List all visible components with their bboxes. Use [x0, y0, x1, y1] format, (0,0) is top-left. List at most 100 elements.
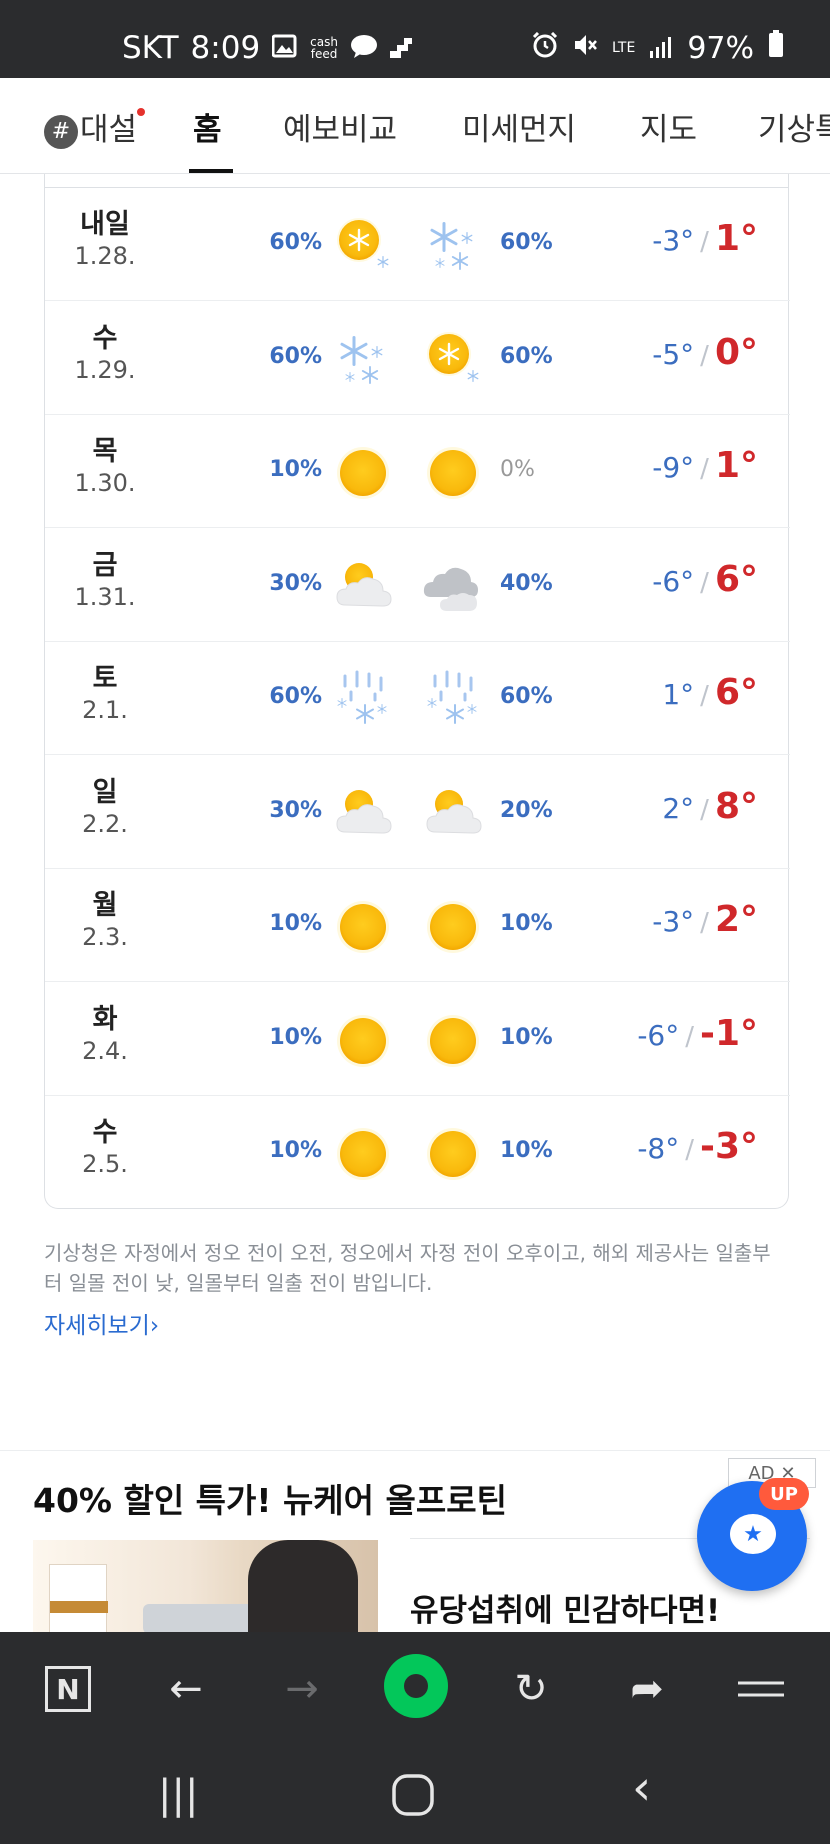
system-back-icon[interactable]: ‹	[632, 1760, 651, 1816]
naver-home-button[interactable]: N	[41, 1662, 95, 1716]
low-temp: -6°	[652, 564, 695, 598]
high-temp: 6°	[714, 558, 758, 600]
browser-toolbar: N ← → ↻ ➦	[0, 1632, 830, 1744]
status-bar-left: SKT 8:09 cash feed	[122, 30, 412, 66]
status-bar: SKT 8:09 cash feed LTE 97%	[0, 0, 830, 78]
clock: 8:09	[190, 30, 261, 66]
tab-label: 대설	[80, 112, 138, 148]
low-temp: 2°	[662, 791, 695, 825]
gallery-icon	[271, 30, 298, 66]
pm-precip-chance: 10%	[500, 1024, 553, 1050]
pm-precip-chance: 60%	[500, 343, 553, 369]
green-home-button[interactable]	[384, 1654, 448, 1718]
tab-heavy-snow[interactable]: # 대설	[44, 104, 146, 149]
low-temp: -6°	[637, 1018, 680, 1052]
rain-snow-icon	[421, 668, 485, 732]
cloudy-icon	[421, 555, 485, 619]
temp-separator: /	[700, 340, 709, 371]
hashtag-icon: #	[44, 114, 78, 149]
temp-separator: /	[685, 1021, 694, 1052]
partly-cloudy-icon	[421, 782, 485, 846]
pm-precip-chance: 60%	[500, 230, 553, 255]
temperature-range: -3°/2°	[652, 899, 758, 940]
date-label: 2.1.	[82, 696, 128, 724]
more-details-label: 자세히보기	[44, 1313, 150, 1339]
am-precip-chance: 60%	[269, 230, 322, 255]
am-precip-chance: 10%	[269, 911, 322, 936]
date-label: 2.3.	[82, 923, 128, 951]
date-label: 2.2.	[82, 809, 128, 838]
sun-icon	[421, 441, 485, 505]
reload-icon[interactable]: ↻	[504, 1662, 558, 1716]
high-temp: 1°	[714, 445, 758, 486]
forecast-row: 내일 1.28. 60% 60% -3°/1°	[45, 188, 790, 301]
day-label: 토	[92, 663, 118, 694]
day-label: 금	[92, 549, 118, 581]
temperature-range: -9°/1°	[652, 445, 758, 486]
temp-separator: /	[700, 794, 709, 825]
top-nav-tabs: #대설 홈 예보비교 미세먼지 지도 기상특	[0, 78, 830, 174]
day-label: 수	[92, 1117, 118, 1148]
tab-forecast-compare[interactable]: 예보비교	[283, 104, 397, 149]
high-temp: 6°	[714, 672, 758, 713]
tab-weather-special[interactable]: 기상특	[758, 104, 830, 149]
temperature-range: -8° / -3°	[637, 1126, 758, 1167]
ad-product-image[interactable]	[33, 1540, 378, 1632]
high-temp: 2°	[714, 899, 758, 940]
back-arrow-icon[interactable]: ←	[159, 1662, 213, 1716]
tab-label: 홈	[193, 112, 222, 148]
temp-separator: /	[700, 227, 709, 257]
temp-separator: /	[685, 1135, 694, 1165]
pm-precip-chance: 0%	[500, 457, 535, 482]
forecast-row: 일 2.2. 30% 20% 2°/8°	[45, 756, 790, 869]
pm-precip-chance: 10%	[500, 1138, 553, 1163]
snow-icon	[331, 328, 395, 392]
temp-separator: /	[700, 908, 709, 938]
more-details-link[interactable]: 자세히보기›	[44, 1306, 159, 1340]
low-temp: -8°	[637, 1132, 680, 1165]
sun-icon	[421, 1122, 485, 1186]
ad-title[interactable]: 40% 할인 특가! 뉴케어 올프로틴	[33, 1474, 507, 1522]
home-icon[interactable]	[390, 1772, 436, 1828]
am-precip-chance: 60%	[269, 684, 322, 709]
ad-headline[interactable]: 유당섭취에 민감하다면!	[410, 1585, 720, 1630]
partly-cloudy-icon	[331, 555, 395, 619]
day-label: 일	[92, 776, 118, 808]
sun-icon	[421, 895, 485, 959]
tab-label: 예보비교	[283, 112, 398, 148]
low-temp: -5°	[652, 337, 695, 371]
tab-map[interactable]: 지도	[640, 104, 697, 149]
temperature-range: -6° / -1°	[637, 1013, 758, 1054]
pm-precip-chance: 40%	[500, 570, 553, 596]
forward-arrow-icon[interactable]: →	[275, 1662, 329, 1716]
recents-icon[interactable]: |||	[158, 1772, 198, 1818]
battery-icon	[768, 30, 784, 66]
chat-bubble-icon	[350, 30, 378, 66]
product-carton	[49, 1564, 108, 1632]
forecast-row: 금 1.31. 30% 40% -6°/6°	[45, 529, 790, 642]
share-icon[interactable]: ➦	[620, 1662, 674, 1716]
tab-fine-dust[interactable]: 미세먼지	[462, 104, 576, 149]
high-temp: 8°	[714, 785, 758, 827]
day-label: 내일	[80, 209, 130, 240]
am-precip-chance: 10%	[269, 1024, 322, 1050]
weekly-forecast-card: 내일 1.28. 60% 60% -3°/1° 수 1.29. 60% 60% -5°/0° 목 1.…	[44, 174, 790, 1209]
forecast-row: 화 2.4. 10% 10% -6° / -1°	[45, 983, 790, 1096]
date-label: 1.28.	[74, 242, 136, 270]
date-label: 1.31.	[74, 582, 136, 611]
am-pm-definition-note: 기상청은 자정에서 정오 전이 오전, 정오에서 자정 전이 오후이고, 해외 …	[44, 1241, 771, 1295]
up-badge: UP	[759, 1478, 809, 1510]
alarm-icon	[532, 31, 558, 66]
tab-home[interactable]: 홈	[193, 104, 222, 149]
am-precip-chance: 30%	[269, 797, 322, 823]
menu-icon[interactable]	[734, 1662, 788, 1716]
snow-icon	[421, 214, 485, 278]
am-precip-chance: 30%	[269, 570, 322, 596]
date-label: 1.30.	[74, 469, 136, 497]
cashfeed-icon: cash feed	[310, 36, 338, 60]
sun-snow-icon	[331, 214, 395, 278]
sun-icon	[331, 441, 395, 505]
sun-icon	[331, 1009, 395, 1073]
carrier-label: SKT	[122, 30, 179, 66]
naver-n-icon: N	[45, 1666, 91, 1712]
